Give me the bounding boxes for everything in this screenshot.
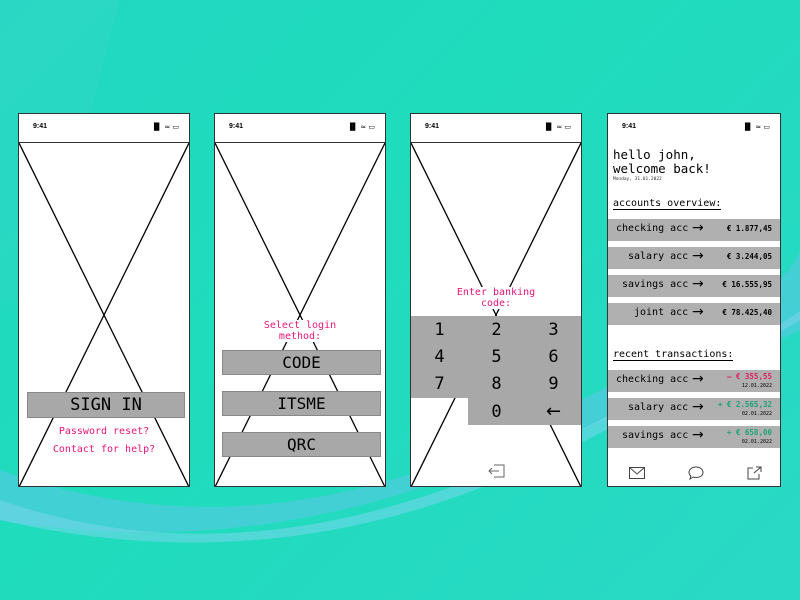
transaction-row-checking[interactable]: checking acc → – € 355,55 12.01.2022 xyxy=(608,370,780,392)
account-balance: € 1.877,45 xyxy=(726,224,772,233)
key-7[interactable]: 7 xyxy=(411,370,468,397)
sign-in-button[interactable]: SIGN IN xyxy=(27,392,185,418)
key-5[interactable]: 5 xyxy=(468,343,525,370)
account-name: savings acc xyxy=(622,279,689,290)
current-date: Monday, 31.01.2022 xyxy=(613,177,662,182)
status-icons: ▐▌ ≈ ▭ xyxy=(742,123,770,131)
status-icons: ▐▌ ≈ ▭ xyxy=(543,123,571,131)
account-row-checking[interactable]: checking acc → € 1.877,45 xyxy=(608,219,780,241)
account-row-salary[interactable]: salary acc → € 3.244,05 xyxy=(608,247,780,269)
account-balance: € 16.555,95 xyxy=(722,280,772,289)
account-name: joint acc xyxy=(634,307,689,318)
account-row-joint[interactable]: joint acc → € 78.425,40 xyxy=(608,303,780,325)
arrow-right-icon: → xyxy=(692,220,704,236)
key-8[interactable]: 8 xyxy=(468,370,525,397)
code-method-button[interactable]: CODE xyxy=(222,350,381,375)
status-time: 9:41 xyxy=(229,123,244,130)
backspace-key[interactable]: ← xyxy=(525,398,581,425)
recent-transactions-header: recent transactions: xyxy=(613,349,734,361)
contact-help-link[interactable]: Contact for help? xyxy=(19,444,189,455)
transaction-account: savings acc xyxy=(622,430,689,441)
key-0[interactable]: 0 xyxy=(468,398,525,425)
arrow-right-icon: → xyxy=(692,276,704,292)
arrow-right-icon: → xyxy=(692,304,704,320)
phone-screen-dashboard: 9:41 ▐▌ ≈ ▭ hello john, welcome back! Mo… xyxy=(607,113,781,487)
arrow-right-icon: → xyxy=(692,248,704,264)
transaction-row-savings[interactable]: savings acc → + € 658,00 02.01.2022 xyxy=(608,426,780,448)
arrow-right-icon: → xyxy=(692,399,704,415)
share-icon[interactable] xyxy=(747,466,762,480)
account-row-savings[interactable]: savings acc → € 16.555,95 xyxy=(608,275,780,297)
transaction-amount: – € 355,55 xyxy=(726,372,772,381)
arrow-right-icon: → xyxy=(692,427,704,443)
transaction-account: salary acc xyxy=(628,402,689,413)
login-method-prompt: Select login method: xyxy=(245,320,355,342)
chat-icon[interactable] xyxy=(688,466,704,480)
phone-screen-login-method: 9:41 ▐▌ ≈ ▭ Select login method: CODE IT… xyxy=(214,113,386,487)
qrc-method-button[interactable]: QRC xyxy=(222,432,381,457)
mail-icon[interactable] xyxy=(629,467,645,479)
account-balance: € 78.425,40 xyxy=(722,308,772,317)
arrow-right-icon: → xyxy=(692,371,704,387)
status-bar: 9:41 ▐▌ ≈ ▭ xyxy=(19,114,189,143)
accounts-overview-header: accounts overview: xyxy=(613,198,722,210)
transaction-account: checking acc xyxy=(616,374,689,385)
status-icons: ▐▌ ≈ ▭ xyxy=(347,123,375,131)
itsme-method-button[interactable]: ITSME xyxy=(222,391,381,416)
password-reset-link[interactable]: Password reset? xyxy=(19,426,189,437)
status-time: 9:41 xyxy=(33,123,48,130)
key-9[interactable]: 9 xyxy=(525,370,581,397)
account-name: salary acc xyxy=(628,251,689,262)
status-icons: ▐▌ ≈ ▭ xyxy=(151,123,179,131)
status-bar: 9:41 ▐▌ ≈ ▭ xyxy=(215,114,385,143)
key-3[interactable]: 3 xyxy=(525,316,581,343)
greeting: hello john, welcome back! xyxy=(613,148,711,176)
key-1[interactable]: 1 xyxy=(411,316,468,343)
status-bar: 9:41 ▐▌ ≈ ▭ xyxy=(411,114,581,143)
status-bar: 9:41 ▐▌ ≈ ▭ xyxy=(608,114,780,142)
phone-screen-code-entry: 9:41 ▐▌ ≈ ▭ Enter banking code: 1 2 3 4 … xyxy=(410,113,582,487)
transaction-date: 02.01.2022 xyxy=(741,439,772,445)
transaction-amount: + € 658,00 xyxy=(726,428,772,437)
greeting-line-1: hello john, xyxy=(613,147,696,162)
status-time: 9:41 xyxy=(622,123,637,130)
greeting-line-2: welcome back! xyxy=(613,161,711,176)
account-name: checking acc xyxy=(616,223,689,234)
code-entry-prompt: Enter banking code: xyxy=(439,287,553,309)
account-balance: € 3.244,05 xyxy=(726,252,772,261)
key-4[interactable]: 4 xyxy=(411,343,468,370)
status-time: 9:41 xyxy=(425,123,440,130)
logout-icon[interactable] xyxy=(488,464,506,478)
image-placeholder xyxy=(411,143,581,486)
transaction-date: 02.01.2022 xyxy=(741,411,772,417)
key-2[interactable]: 2 xyxy=(468,316,525,343)
transaction-row-salary[interactable]: salary acc → + € 2.565,32 02.01.2022 xyxy=(608,398,780,420)
key-6[interactable]: 6 xyxy=(525,343,581,370)
transaction-amount: + € 2.565,32 xyxy=(717,400,772,409)
phone-screen-signin: 9:41 ▐▌ ≈ ▭ SIGN IN Password reset? Cont… xyxy=(18,113,190,487)
transaction-date: 12.01.2022 xyxy=(741,383,772,389)
